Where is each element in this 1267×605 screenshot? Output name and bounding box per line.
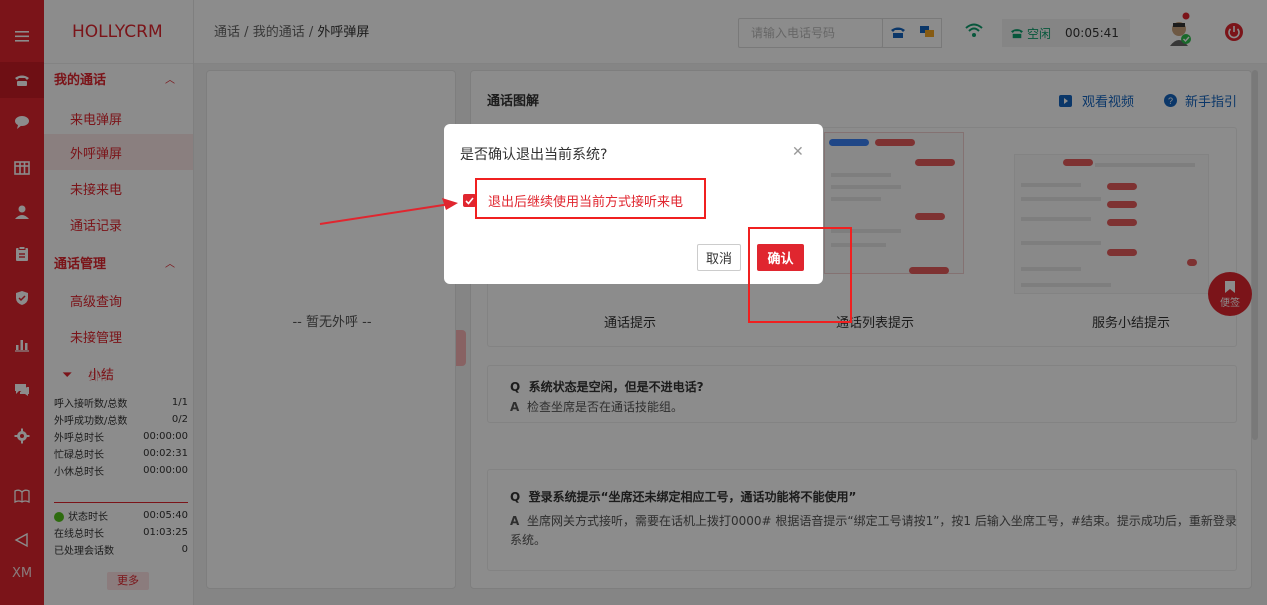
annotation-box [475,178,706,219]
dialog-title: 是否确认退出当前系统? [460,147,608,163]
modal-overlay[interactable] [0,0,1267,605]
cancel-button[interactable]: 取消 [697,244,741,271]
annotation-box [748,227,852,323]
close-icon[interactable]: ✕ [792,144,804,160]
annotation-arrow [319,198,458,225]
